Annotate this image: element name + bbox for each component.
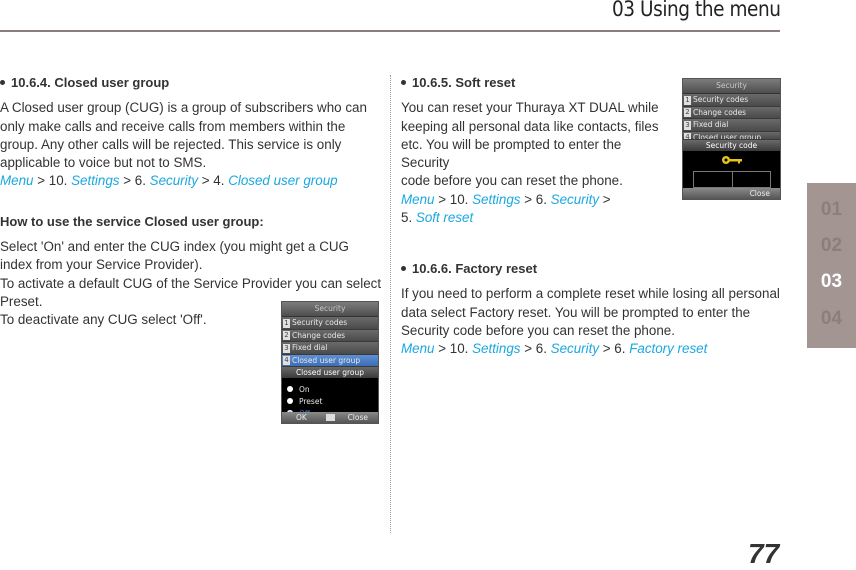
chapter-title: 03 Using the menu bbox=[611, 0, 780, 21]
path-closed-user-group-link[interactable]: Closed user group bbox=[228, 173, 337, 188]
phone-menu-item: 1 Security codes bbox=[282, 317, 378, 330]
section-heading: 10.6.6. Factory reset bbox=[401, 260, 781, 278]
chapter-tab-01[interactable]: 01 bbox=[807, 199, 856, 221]
menu-path: Menu > 10. Settings > 6. Security > 4. C… bbox=[0, 173, 338, 189]
path-security-link[interactable]: Security bbox=[551, 192, 599, 207]
phone-softkeys: OK Close bbox=[282, 412, 378, 423]
bullet-icon bbox=[401, 266, 406, 272]
softkey-close: Close bbox=[347, 413, 368, 422]
path-soft-reset-link[interactable]: Soft reset bbox=[416, 210, 473, 225]
menu-path: Menu > 10. Settings > 6. Security > 6. F… bbox=[401, 341, 708, 357]
section-heading: 10.6.4. Closed user group bbox=[0, 74, 385, 92]
option-preset: Preset bbox=[282, 395, 378, 407]
phone-menu-item: 2 Change codes bbox=[282, 329, 378, 342]
phone-title: Security bbox=[683, 79, 780, 94]
menu-path-cont: 5. Soft reset bbox=[401, 210, 474, 226]
header-rule bbox=[0, 30, 780, 32]
chapter-tab-03[interactable]: 03 bbox=[807, 271, 856, 293]
closed-user-group-section: 10.6.4. Closed user group A Closed user … bbox=[0, 74, 385, 330]
phone-menu-item: 3 Fixed dial bbox=[683, 119, 780, 132]
phone-menu-item: 3 Fixed dial bbox=[282, 342, 378, 355]
chapter-tab-04[interactable]: 04 bbox=[807, 308, 856, 330]
soft-reset-phone-screenshot: Security 1 Security codes 2 Change codes 3… bbox=[682, 78, 781, 200]
softkey-ok: OK bbox=[296, 413, 307, 422]
phone-menu-item-selected: 4 Closed user group bbox=[282, 354, 378, 367]
center-key-icon bbox=[326, 414, 335, 421]
radio-icon bbox=[287, 386, 293, 392]
section-text: If you need to perform a complete reset … bbox=[401, 286, 780, 338]
cug-phone-screenshot: Security 1 Security codes 2 Change codes 3… bbox=[281, 301, 379, 424]
path-settings-link[interactable]: Settings bbox=[472, 192, 520, 207]
factory-reset-section: 10.6.6. Factory reset If you need to per… bbox=[401, 260, 781, 358]
soft-reset-section: 10.6.5. Soft reset You can reset your Th… bbox=[401, 74, 671, 227]
howto-heading: How to use the service Closed user group… bbox=[0, 213, 264, 229]
path-menu-link[interactable]: Menu bbox=[401, 192, 435, 207]
phone-menu-item: 2 Change codes bbox=[683, 106, 780, 119]
path-settings-link[interactable]: Settings bbox=[472, 341, 520, 356]
path-menu-link[interactable]: Menu bbox=[0, 173, 34, 188]
path-security-link[interactable]: Security bbox=[551, 341, 599, 356]
page-number: 77 bbox=[748, 538, 780, 569]
path-settings-link[interactable]: Settings bbox=[71, 173, 119, 188]
path-menu-link[interactable]: Menu bbox=[401, 341, 435, 356]
path-security-link[interactable]: Security bbox=[150, 173, 198, 188]
column-divider bbox=[390, 75, 391, 533]
code-input-box bbox=[693, 170, 771, 188]
option-on: On bbox=[282, 383, 378, 395]
section-intro: A Closed user group (CUG) is a group of … bbox=[0, 100, 367, 171]
chapter-tabs: 01 02 03 04 bbox=[807, 183, 856, 348]
key-icon bbox=[722, 155, 742, 164]
bullet-icon bbox=[0, 80, 5, 86]
chapter-tab-02[interactable]: 02 bbox=[807, 235, 856, 257]
bullet-icon bbox=[401, 80, 406, 86]
softkey-close: Close bbox=[749, 189, 770, 198]
phone-title: Security bbox=[282, 302, 378, 317]
phone-subtitle: Closed user group bbox=[282, 367, 378, 378]
path-factory-reset-link[interactable]: Factory reset bbox=[629, 341, 707, 356]
phone-menu-item: 1 Security codes bbox=[683, 94, 780, 107]
phone-subtitle: Security code bbox=[683, 139, 780, 151]
phone-softkeys: Close bbox=[683, 188, 780, 199]
radio-icon bbox=[287, 398, 293, 404]
section-heading: 10.6.5. Soft reset bbox=[401, 74, 671, 92]
phone-menu-item: 4 Closed user group bbox=[683, 131, 780, 140]
section-text: You can reset your Thuraya XT DUAL while… bbox=[401, 100, 659, 189]
menu-path: Menu > 10. Settings > 6. Security > bbox=[401, 191, 611, 207]
